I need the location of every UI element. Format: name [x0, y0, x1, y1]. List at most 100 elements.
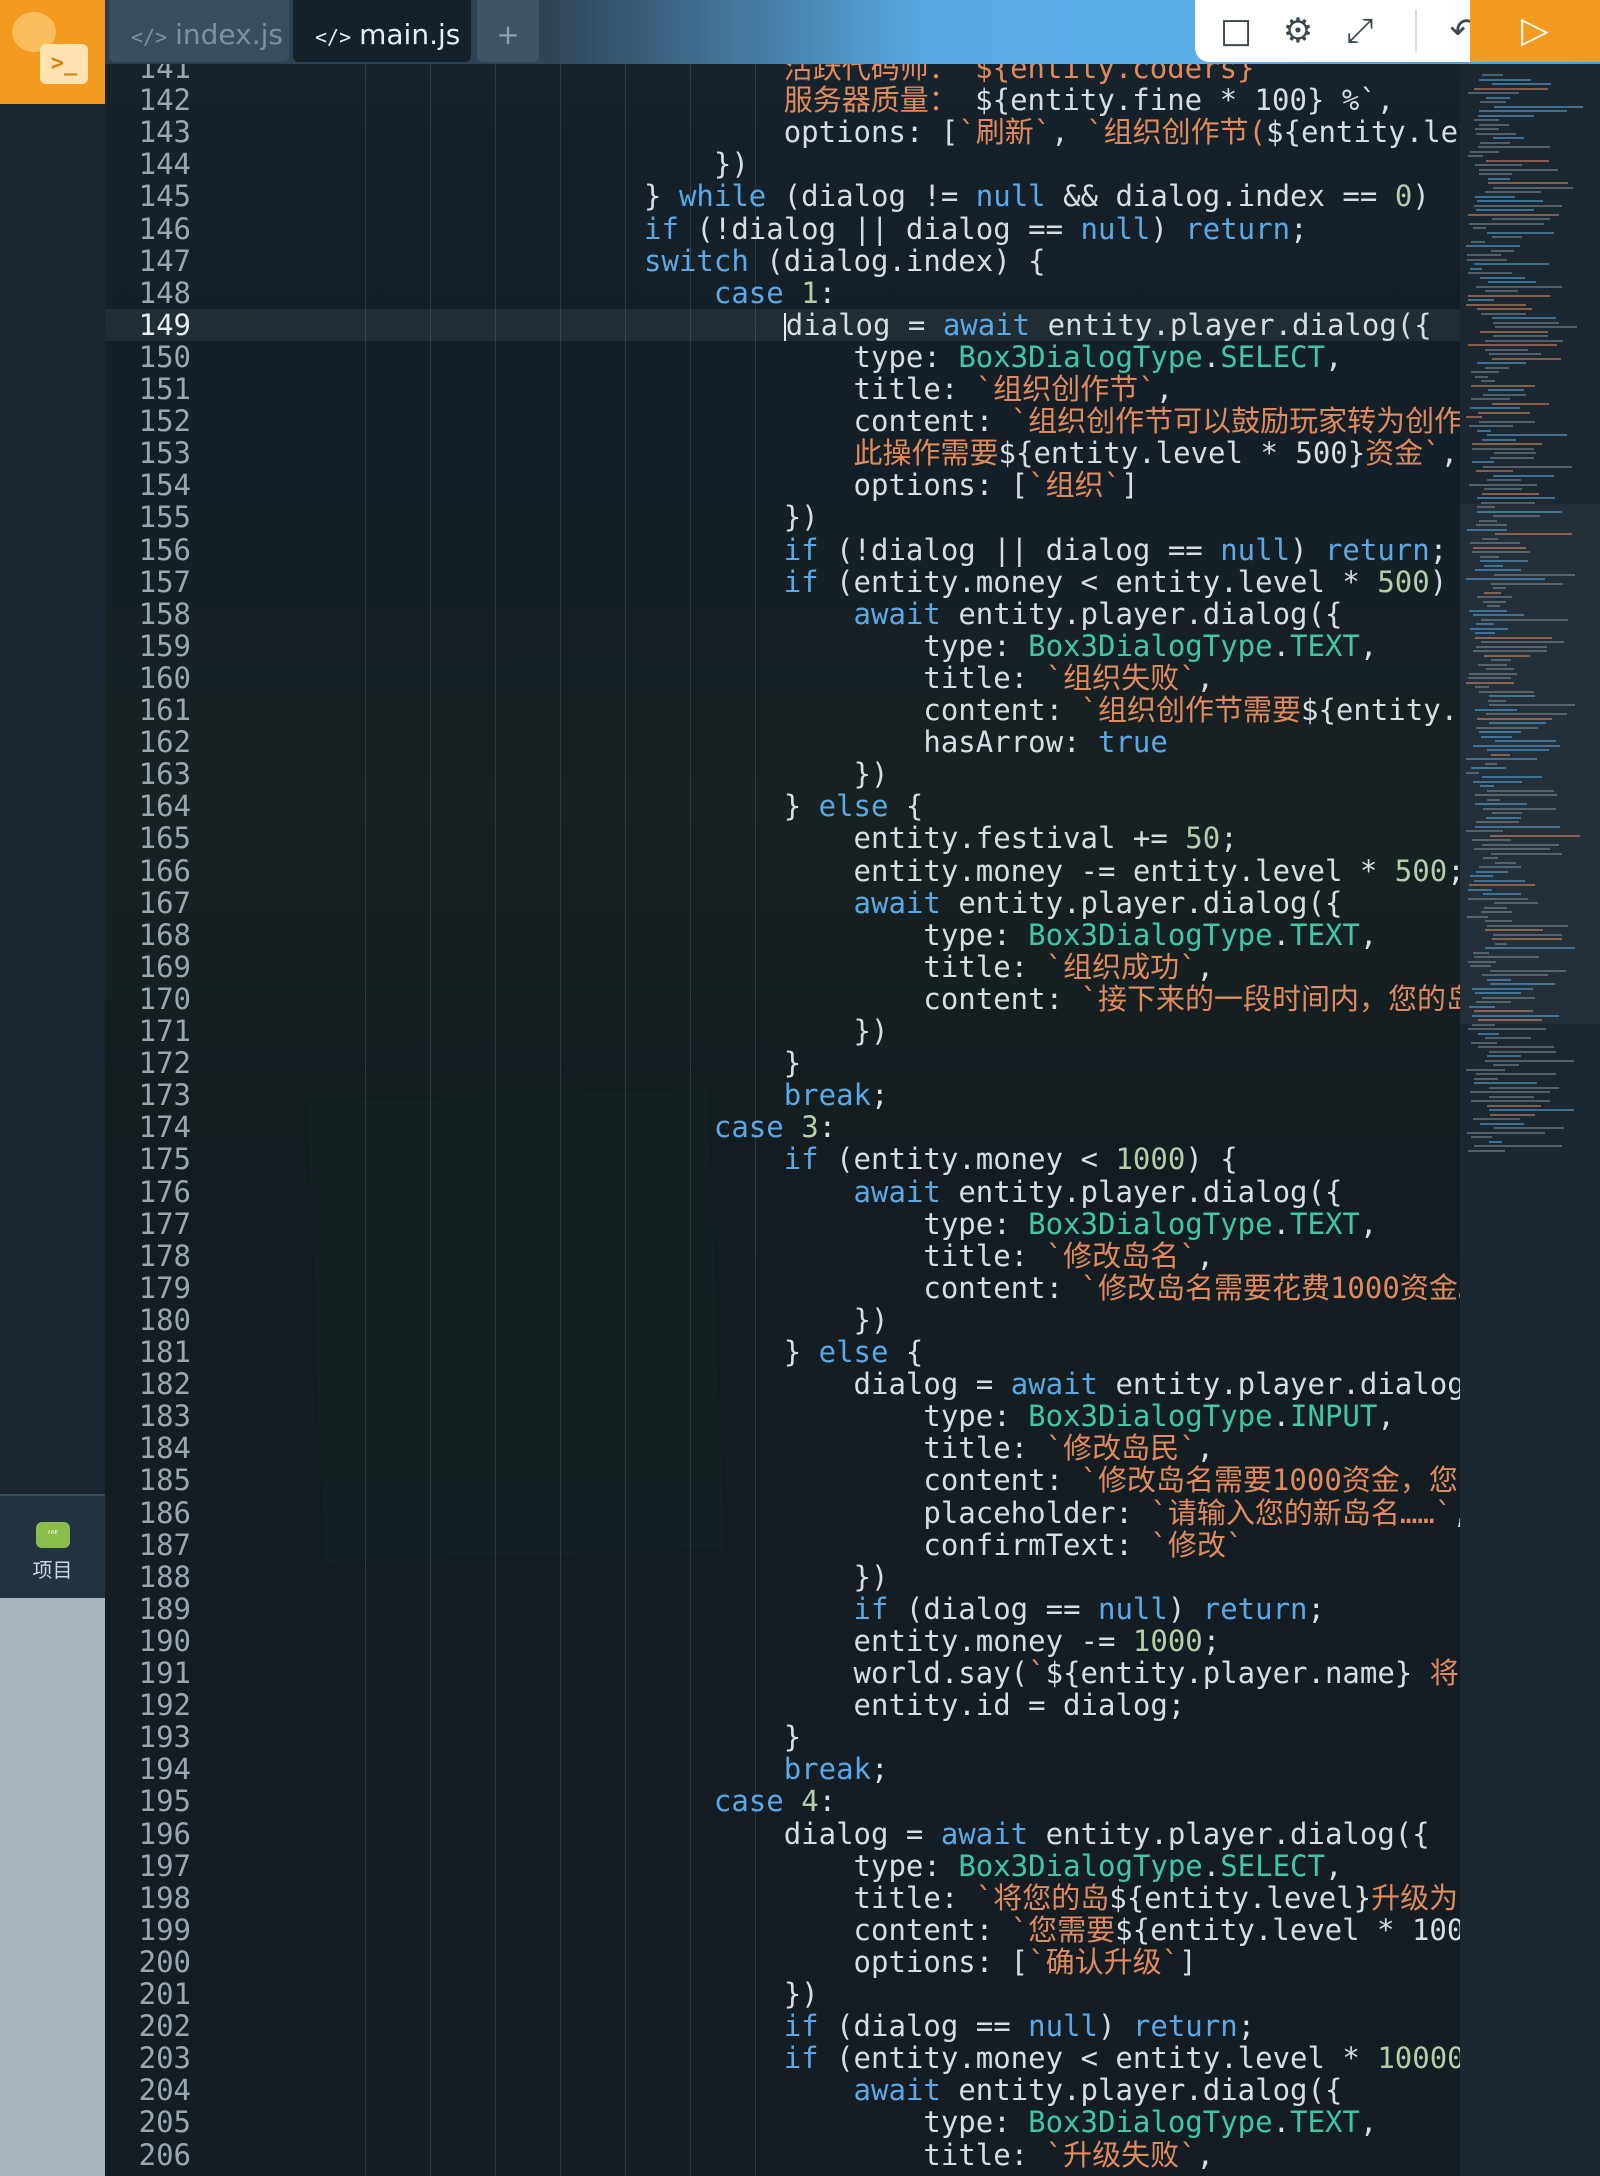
debug-bug-icon[interactable]: ⚙ [1275, 8, 1321, 54]
code-line[interactable]: 活跃代码师： ${entity.coders} [225, 64, 1255, 84]
code-line[interactable]: type: Box3DialogType.TEXT, [225, 2106, 1377, 2138]
code-line[interactable]: entity.id = dialog; [225, 1689, 1186, 1721]
code-line[interactable]: type: Box3DialogType.SELECT, [225, 1850, 1343, 1882]
code-line[interactable]: } while (dialog != null && dialog.index … [225, 180, 1430, 212]
app-logo[interactable]: >_ [0, 0, 105, 104]
code-line[interactable]: if (dialog == null) return; [225, 2010, 1255, 2042]
code-line[interactable]: dialog = await entity.player.dialog({ [225, 309, 1432, 341]
code-line[interactable]: title: `升级失败`, [225, 2139, 1214, 2171]
code-line[interactable]: content: `组织创作节需要${entity.level * 50 [225, 694, 1460, 726]
line-number: 170 [138, 981, 191, 1016]
terminal-icon[interactable]: >_ [40, 44, 88, 84]
tab-main-js[interactable]: </> main.js [293, 0, 471, 62]
code-line[interactable]: title: `组织成功`, [225, 951, 1214, 983]
code-line[interactable]: if (!dialog || dialog == null) return; [225, 213, 1308, 245]
comment-icon[interactable]: □ [1213, 8, 1259, 54]
code-line[interactable]: world.say(`${entity.player.name} 将自己的岛名修 [225, 1657, 1460, 1689]
tab-index-js[interactable]: </> index.js [109, 0, 289, 62]
code-line[interactable]: await entity.player.dialog({ [225, 2074, 1343, 2106]
line-number: 157 [138, 564, 191, 599]
code-line[interactable]: case 1: [225, 277, 836, 309]
code-line[interactable]: type: Box3DialogType.TEXT, [225, 1208, 1377, 1240]
code-line[interactable]: type: Box3DialogType.INPUT, [225, 1400, 1394, 1432]
code-line[interactable]: title: `修改岛名`, [225, 1240, 1214, 1272]
code-line[interactable]: options: [`刷新`, `组织创作节(${entity.level * … [225, 116, 1460, 148]
code-token: TEXT [1290, 917, 1360, 952]
code-line[interactable]: } else { [225, 1335, 924, 1369]
code-line[interactable]: type: Box3DialogType.TEXT, [225, 630, 1377, 662]
code-line[interactable]: entity.money -= 1000; [225, 1625, 1221, 1657]
code-line[interactable]: case 3: [225, 1111, 836, 1143]
code-line[interactable]: type: Box3DialogType.TEXT, [225, 919, 1377, 951]
project-button[interactable]: ᶠᴬᴱ 项目 [0, 1494, 105, 1600]
code-line[interactable]: await entity.player.dialog({ [225, 1176, 1343, 1208]
code-line[interactable]: title: `修改岛民`, [225, 1432, 1214, 1464]
code-line[interactable]: }) [225, 148, 749, 180]
code-line[interactable]: await entity.player.dialog({ [225, 887, 1343, 919]
code-line[interactable]: }) [225, 1561, 889, 1593]
code-line[interactable]: }) [225, 1304, 889, 1336]
minimap-line [1472, 839, 1511, 841]
code-line[interactable]: switch (dialog.index) { [225, 245, 1046, 277]
code-line[interactable]: placeholder: `请输入您的新岛名……`, [225, 1497, 1460, 1529]
code-line[interactable]: content: `修改岛名需要1000资金，您目前有${ent [225, 1464, 1460, 1496]
minimap-line [1493, 474, 1554, 477]
minimap-line [1481, 735, 1512, 738]
run-button[interactable]: ▷ [1470, 0, 1600, 62]
code-line[interactable]: }) [225, 501, 819, 533]
code-line[interactable]: } else { [225, 790, 924, 822]
code-line[interactable]: break; [225, 1079, 889, 1111]
code-line[interactable]: await entity.player.dialog({ [225, 598, 1343, 630]
code-line[interactable]: if (entity.money < entity.level * 500) { [225, 566, 1460, 598]
code-line[interactable]: dialog = await entity.player.dialog({ [225, 1818, 1430, 1850]
code-line[interactable]: if (entity.money < 1000) { [225, 1143, 1238, 1175]
code-line[interactable]: 此操作需要${entity.level * 500}资金`, [225, 437, 1459, 469]
code-line[interactable]: content: `修改岛名需要花费1000资金。您现在只有 [225, 1272, 1460, 1304]
code-line[interactable]: } [225, 1721, 801, 1753]
code-line[interactable]: if (entity.money < entity.level * 10000)… [225, 2042, 1460, 2074]
code-token: await [940, 1816, 1029, 1851]
code-line[interactable]: title: `将您的岛${entity.level}升级为岛${entity [225, 1882, 1460, 1914]
code-line[interactable]: if (dialog == null) return; [225, 1593, 1325, 1625]
code-line[interactable]: entity.festival += 50; [225, 822, 1238, 854]
code-line[interactable]: content: `接下来的一段时间内，您的岛民创作激情会 [225, 983, 1460, 1015]
code-line[interactable]: }) [225, 758, 889, 790]
code-token: } [225, 1335, 819, 1369]
code-token: case [713, 275, 784, 310]
minimap[interactable] [1460, 64, 1600, 2176]
code-line[interactable]: case 4: [225, 1785, 836, 1817]
code-line[interactable]: } [225, 1047, 801, 1079]
code-line[interactable]: type: Box3DialogType.SELECT, [225, 341, 1343, 373]
code-token: return [1324, 532, 1430, 567]
code-token: type: [225, 917, 1029, 952]
expand-icon[interactable]: ⤢ [1337, 8, 1383, 54]
code-line[interactable]: content: `组织创作节可以鼓励玩家转为创作者 [225, 405, 1460, 437]
code-line[interactable]: confirmText: `修改` [225, 1529, 1243, 1561]
line-number: 181 [138, 1335, 191, 1369]
code-token: { [888, 1335, 924, 1369]
code-line[interactable]: options: [`确认升级`] [225, 1946, 1197, 1978]
code-line[interactable]: title: `组织失败`, [225, 662, 1214, 694]
code-line[interactable]: hasArrow: true [225, 726, 1167, 758]
code-token: null [1097, 1591, 1168, 1626]
code-token: }) [225, 147, 749, 182]
code-line[interactable]: options: [`组织`] [225, 469, 1139, 501]
add-tab-button[interactable]: + [477, 0, 539, 62]
minimap-line [1472, 1014, 1559, 1017]
code-editor[interactable]: 141 142 143 144 145 146 147 148 149 150 151 152 153 1… [105, 64, 1460, 2176]
minimap-line [1467, 254, 1501, 256]
code-line[interactable]: break; [225, 1753, 889, 1785]
code-line[interactable]: content: `您需要${entity.level * 10000}资金升级 [225, 1914, 1460, 1946]
code-token: await [1010, 1367, 1098, 1402]
code-line[interactable]: entity.money -= entity.level * 500; [225, 855, 1460, 887]
code-area[interactable]: 活跃代码师： ${entity.coders} 服务器质量： ${entity.… [225, 64, 1460, 2176]
minimap-line [1490, 969, 1566, 972]
code-line[interactable]: }) [225, 1015, 889, 1047]
minimap-line [1473, 744, 1560, 747]
minimap-line [1484, 564, 1503, 567]
code-line[interactable]: if (!dialog || dialog == null) return; [225, 532, 1448, 567]
code-line[interactable]: title: `组织创作节`, [225, 373, 1174, 405]
code-line[interactable]: dialog = await entity.player.dialog({ [225, 1368, 1460, 1400]
code-line[interactable]: 服务器质量： ${entity.fine * 100} %`, [225, 84, 1395, 116]
code-line[interactable]: }) [225, 1978, 819, 2010]
